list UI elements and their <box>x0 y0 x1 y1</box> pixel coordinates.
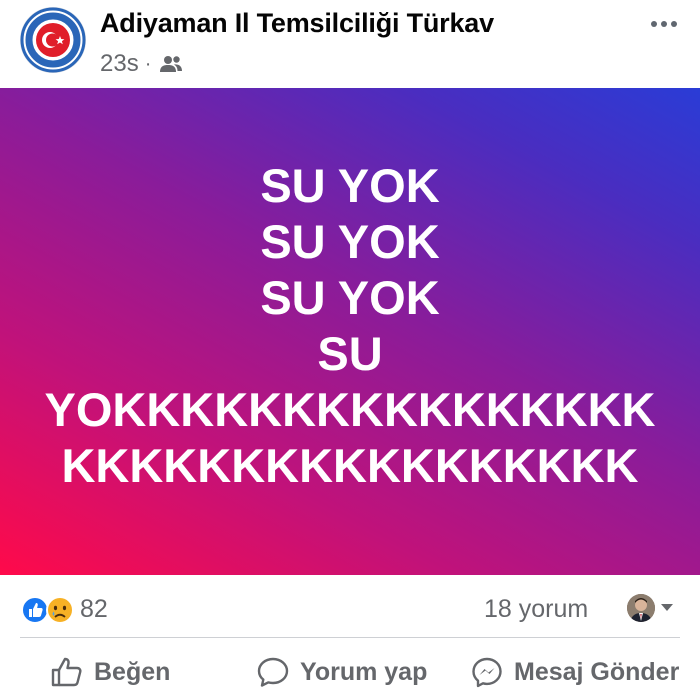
page-name[interactable]: Adiyaman Il Temsilciliği Türkav <box>100 8 494 39</box>
comment-icon <box>257 657 289 687</box>
comment-label: Yorum yap <box>300 657 428 686</box>
image-text-line: SU YOK <box>260 159 440 212</box>
image-text-line: SU YOK <box>260 215 440 268</box>
more-horizontal-icon[interactable] <box>644 10 684 38</box>
viewer-avatar[interactable] <box>627 594 655 622</box>
post-image-text: SU YOK SU YOK SU YOK SU YOKKKKKKKKKKKKKK… <box>0 158 700 494</box>
post-image[interactable]: SU YOK SU YOK SU YOK SU YOKKKKKKKKKKKKKK… <box>0 88 700 575</box>
user-photo-icon <box>627 594 655 622</box>
reaction-count[interactable]: 82 <box>80 592 108 626</box>
like-icon <box>21 596 49 624</box>
comment-button[interactable]: Yorum yap <box>256 651 427 693</box>
messenger-icon <box>472 657 502 688</box>
thumbs-up-icon <box>51 657 82 687</box>
image-text-line: YOKKKKKKKKKKKKKKKK <box>44 383 656 436</box>
divider <box>20 637 680 638</box>
image-text-line: KKKKKKKKKKKKKKKKK <box>61 439 639 492</box>
sad-icon <box>46 596 74 624</box>
send-message-label: Mesaj Gönder <box>514 657 680 686</box>
reactions-bar: 82 18 yorum <box>0 588 700 632</box>
send-message-button[interactable]: Mesaj Gönder <box>470 651 679 693</box>
friends-icon[interactable] <box>159 54 183 74</box>
image-text-line: SU <box>317 327 383 380</box>
comment-count[interactable]: 18 yorum <box>484 592 588 626</box>
like-button[interactable]: Beğen <box>50 651 170 693</box>
like-label: Beğen <box>94 657 171 686</box>
page-avatar[interactable] <box>20 7 86 73</box>
chevron-down-icon[interactable] <box>659 602 675 614</box>
reaction-icons[interactable] <box>20 593 80 627</box>
post-header: Adiyaman Il Temsilciliği Türkav 23s · <box>0 0 700 88</box>
post-meta: 23s · <box>100 49 183 79</box>
action-bar: Beğen Yorum yap Mesaj Gönder <box>0 645 700 700</box>
meta-separator: · <box>144 52 152 75</box>
turkav-logo-icon <box>20 7 86 73</box>
post-timestamp[interactable]: 23s <box>100 50 139 78</box>
image-text-line: SU YOK <box>260 271 440 324</box>
